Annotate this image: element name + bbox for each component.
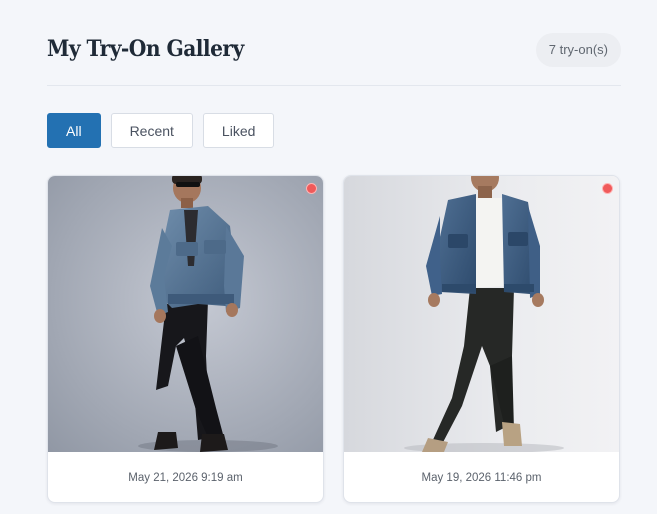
tryon-card[interactable]: May 21, 2026 9:19 am: [47, 175, 324, 503]
tryon-date: May 19, 2026 11:46 pm: [421, 471, 542, 484]
gallery-grid: May 21, 2026 9:19 am May 19, 2026 11:46 …: [47, 175, 620, 503]
page-title: My Try-On Gallery: [47, 36, 244, 62]
filter-all-button[interactable]: All: [47, 113, 101, 148]
like-indicator-icon[interactable]: [602, 183, 613, 194]
tryon-date: May 21, 2026 9:19 am: [128, 471, 243, 484]
like-indicator-icon[interactable]: [306, 183, 317, 194]
page-header: My Try-On Gallery 7 try-on(s): [47, 30, 621, 86]
tryon-card[interactable]: May 19, 2026 11:46 pm: [343, 175, 620, 503]
filter-recent-button[interactable]: Recent: [110, 113, 193, 148]
tryon-image[interactable]: [48, 176, 323, 452]
tryon-count-badge: 7 try-on(s): [535, 33, 621, 67]
tryon-image[interactable]: [344, 176, 619, 452]
try-on-gallery-page: My Try-On Gallery 7 try-on(s) All Recent…: [0, 0, 657, 514]
filter-tabs: All Recent Liked: [47, 113, 275, 148]
tryon-photo: [344, 176, 619, 452]
filter-liked-button[interactable]: Liked: [202, 113, 275, 148]
tryon-photo: [48, 176, 323, 452]
